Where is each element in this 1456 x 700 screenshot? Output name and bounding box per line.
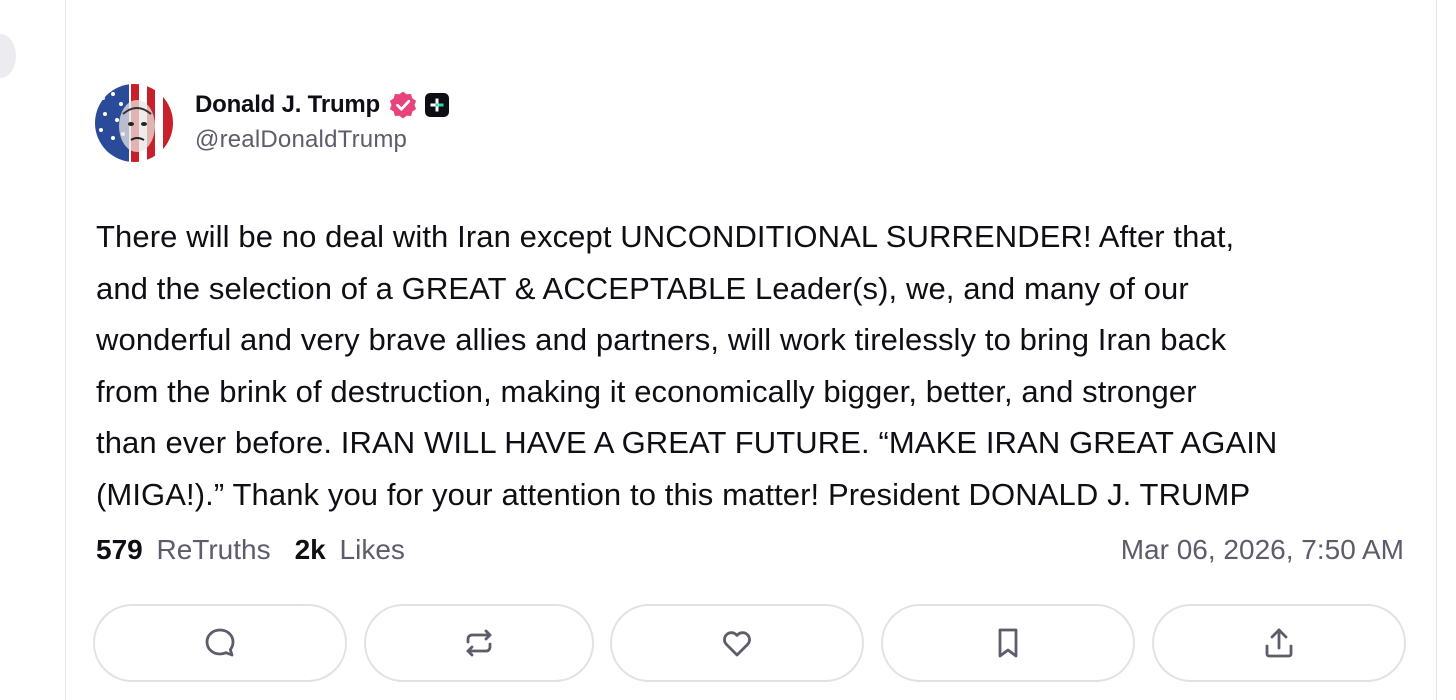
sidebar-avatar-fragment[interactable] [0, 34, 16, 78]
post-stats: 579 ReTruths 2k Likes [96, 534, 405, 566]
comment-icon [205, 628, 235, 657]
truth-plus-badge-icon [425, 93, 450, 117]
likes-stat[interactable]: 2k Likes [295, 534, 405, 566]
flag-portrait-avatar-icon [95, 84, 173, 162]
likes-count: 2k [294, 534, 326, 565]
post-timestamp[interactable]: Mar 06, 2026, 7:50 AM [1121, 534, 1404, 566]
author-info: Donald J. Trump @realDonaldTrump [195, 88, 450, 154]
bookmark-icon [998, 628, 1018, 658]
post-body-text: There will be no deal with Iran except U… [96, 219, 1278, 512]
author-name-row: Donald J. Trump [195, 88, 450, 122]
repost-icon [466, 629, 492, 657]
retruths-stat[interactable]: 579 ReTruths [96, 534, 271, 566]
retruths-label: ReTruths [156, 534, 271, 565]
left-gutter [0, 0, 65, 686]
likes-label: Likes [339, 534, 405, 565]
author-avatar[interactable] [95, 84, 173, 162]
bookmark-button[interactable] [881, 604, 1135, 682]
retruths-count: 579 [96, 534, 143, 565]
retruth-button[interactable] [364, 604, 594, 682]
author-display-name[interactable]: Donald J. Trump [195, 91, 380, 119]
share-button[interactable] [1152, 604, 1406, 682]
reply-button[interactable] [93, 604, 347, 682]
share-icon [1265, 628, 1293, 658]
heart-icon [723, 631, 751, 657]
author-handle[interactable]: @realDonaldTrump [195, 126, 449, 154]
verified-badge-icon [389, 91, 417, 119]
like-button[interactable] [610, 604, 864, 682]
